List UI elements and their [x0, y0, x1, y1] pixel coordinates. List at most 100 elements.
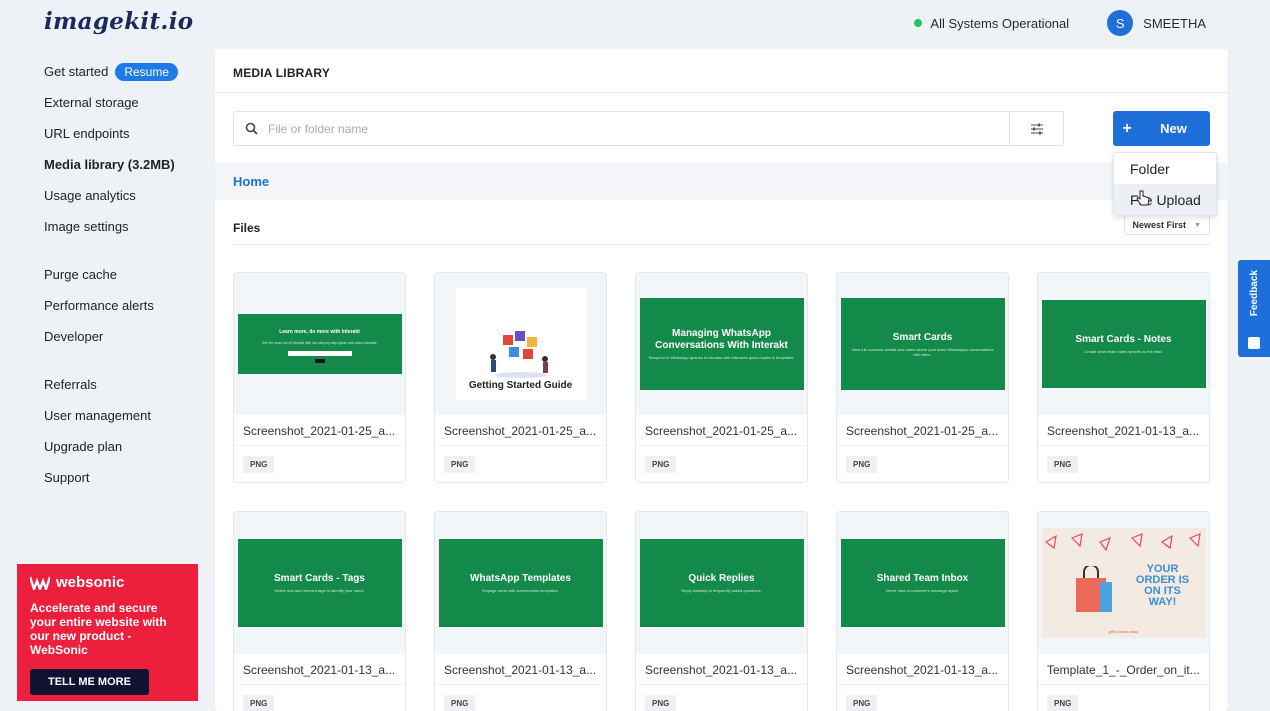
files-heading: Files	[233, 221, 261, 235]
feedback-tab[interactable]: Feedback	[1238, 260, 1270, 357]
file-card[interactable]: Managing WhatsApp Conversations With Int…	[635, 272, 808, 483]
file-type-badge: PNG	[846, 695, 878, 711]
search-bar	[233, 111, 1064, 146]
file-type-badge: PNG	[444, 456, 476, 473]
file-name: Screenshot_2021-01-13_a...	[837, 654, 1008, 685]
file-name: Screenshot_2021-01-13_a...	[1038, 415, 1209, 446]
sidebar-item-label: Performance alerts	[44, 298, 154, 313]
bunting-icon	[1044, 533, 1201, 552]
file-card[interactable]: WhatsApp Templates Engage users with con…	[434, 511, 607, 711]
thumbnail-image: YOUR ORDER IS ON ITS WAY! gift's cutest …	[1041, 528, 1206, 638]
sidebar-item-label: Media library (3.2MB)	[44, 157, 175, 172]
sidebar-item-upgrade-plan[interactable]: Upgrade plan	[44, 431, 214, 462]
puzzle-people-illustration-icon	[489, 331, 548, 378]
sidebar-item-get-started[interactable]: Get started Resume	[44, 56, 214, 87]
thumbnail-image: Smart Cards - Tags Define and add releva…	[237, 539, 402, 627]
sidebar-item-image-settings[interactable]: Image settings	[44, 211, 214, 242]
filter-button[interactable]	[1009, 112, 1063, 145]
thumbnail-image: Smart Cards View full customer details a…	[840, 298, 1005, 390]
thumbnail-title: Quick Replies	[688, 573, 755, 584]
thumbnail-subtitle: Define and add relevant tags to identify…	[274, 588, 365, 593]
search-icon	[234, 122, 268, 135]
thumbnail-title: Learn more, do more with Interakt	[279, 328, 360, 335]
sidebar-item-performance-alerts[interactable]: Performance alerts	[44, 290, 214, 321]
sidebar-item-support[interactable]: Support	[44, 462, 214, 493]
file-name: Screenshot_2021-01-25_a...	[435, 415, 606, 446]
menu-item-file-upload[interactable]: File Upload	[1114, 184, 1216, 215]
search-input[interactable]	[268, 121, 1009, 136]
sidebar-item-usage-analytics[interactable]: Usage analytics	[44, 180, 214, 211]
status-dot-icon	[914, 19, 923, 27]
thumbnail-title: Smart Cards - Tags	[274, 573, 365, 584]
file-card[interactable]: Shared Team Inbox Never miss a customer'…	[836, 511, 1009, 711]
thumbnail-subtitle: Engage users with conversation templates…	[482, 588, 559, 593]
system-status[interactable]: All Systems Operational	[914, 16, 1069, 31]
file-card[interactable]: Smart Cards View full customer details a…	[836, 272, 1009, 483]
resume-badge[interactable]: Resume	[115, 62, 178, 81]
sort-select[interactable]: Newest First ▼	[1123, 215, 1210, 235]
file-card[interactable]: Smart Cards - Notes Create short team no…	[1037, 272, 1210, 483]
file-thumbnail: Getting Started Guide	[435, 273, 606, 415]
user-menu[interactable]: S SMEETHA	[1107, 10, 1206, 36]
thumbnail-title: Getting Started Guide	[468, 380, 573, 391]
sidebar-item-developer[interactable]: Developer	[44, 321, 214, 352]
smile-icon	[1248, 337, 1260, 349]
sidebar-item-user-management[interactable]: User management	[44, 400, 214, 431]
sidebar-item-label: Upgrade plan	[44, 439, 123, 454]
thumbnail-image: Shared Team Inbox Never miss a customer'…	[840, 539, 1005, 627]
thumbnail-title: Smart Cards - Notes	[1075, 334, 1172, 345]
breadcrumb: Home	[215, 163, 1228, 200]
thumbnail-image: Quick Replies Reply instantly to frequen…	[639, 539, 804, 627]
file-thumbnail: WhatsApp Templates Engage users with con…	[435, 512, 606, 654]
file-card[interactable]: Learn more, do more with Interakt Get th…	[233, 272, 406, 483]
sidebar-item-label: Get started	[44, 64, 109, 79]
thumbnail-title: YOUR ORDER IS ON ITS WAY!	[1135, 563, 1190, 608]
imagekit-logo[interactable]: imagekit.io	[44, 8, 193, 35]
file-card[interactable]: Quick Replies Reply instantly to frequen…	[635, 511, 808, 711]
thumbnail-subtitle: Respond to WhatsApp queries in minutes w…	[648, 355, 795, 360]
sidebar-item-label: Usage analytics	[44, 188, 136, 203]
status-text: All Systems Operational	[930, 15, 1070, 31]
file-name: Template_1_-_Order_on_it...	[1038, 654, 1209, 685]
tell-me-more-button[interactable]: TELL ME MORE	[30, 669, 149, 695]
promo-brand-label: websonic	[56, 574, 125, 591]
sidebar: Get started Resume External storage URL …	[44, 56, 214, 493]
file-card[interactable]: Getting Started Guide Screenshot_2021-01…	[434, 272, 607, 483]
shopping-bag-icon	[1075, 566, 1112, 612]
cursor-hand-icon	[1136, 190, 1150, 206]
file-type-badge: PNG	[645, 695, 677, 711]
sidebar-item-media-library[interactable]: Media library (3.2MB)	[44, 149, 214, 180]
new-button-label: New	[1160, 121, 1187, 136]
new-menu: Folder File Upload	[1113, 152, 1217, 216]
sidebar-item-referrals[interactable]: Referrals	[44, 369, 214, 400]
thumbnail-title: Shared Team Inbox	[876, 573, 969, 584]
breadcrumb-home[interactable]: Home	[233, 174, 269, 189]
file-card[interactable]: YOUR ORDER IS ON ITS WAY! gift's cutest …	[1037, 511, 1210, 711]
sidebar-item-url-endpoints[interactable]: URL endpoints	[44, 118, 214, 149]
filter-sliders-icon	[1030, 123, 1043, 134]
sidebar-item-external-storage[interactable]: External storage	[44, 87, 214, 118]
thumbnail-image: WhatsApp Templates Engage users with con…	[438, 539, 603, 627]
new-button[interactable]: + New	[1113, 111, 1210, 146]
sidebar-item-purge-cache[interactable]: Purge cache	[44, 259, 214, 290]
sidebar-item-label: Support	[44, 470, 90, 485]
topbar: All Systems Operational S SMEETHA	[914, 10, 1206, 36]
websonic-promo: websonic Accelerate and secure your enti…	[17, 564, 198, 701]
promo-text: Accelerate and secure your entire websit…	[30, 601, 167, 657]
file-thumbnail: Smart Cards - Tags Define and add releva…	[234, 512, 405, 654]
file-thumbnail: Managing WhatsApp Conversations With Int…	[636, 273, 807, 415]
thumbnail-subtitle: gift's cutest shop	[1108, 629, 1139, 634]
thumbnail-image: Managing WhatsApp Conversations With Int…	[639, 298, 804, 390]
file-card[interactable]: Smart Cards - Tags Define and add releva…	[233, 511, 406, 711]
file-name: Screenshot_2021-01-25_a...	[837, 415, 1008, 446]
files-header: Files Newest First ▼	[233, 213, 1210, 245]
media-library-panel: MEDIA LIBRARY + New Folder File Upload H…	[215, 49, 1228, 711]
chevron-down-icon: ▼	[1194, 221, 1201, 229]
sort-value: Newest First	[1132, 220, 1187, 230]
file-name: Screenshot_2021-01-25_a...	[636, 415, 807, 446]
menu-item-folder[interactable]: Folder	[1114, 153, 1216, 184]
file-thumbnail: Learn more, do more with Interakt Get th…	[234, 273, 405, 415]
file-name: Screenshot_2021-01-13_a...	[636, 654, 807, 685]
